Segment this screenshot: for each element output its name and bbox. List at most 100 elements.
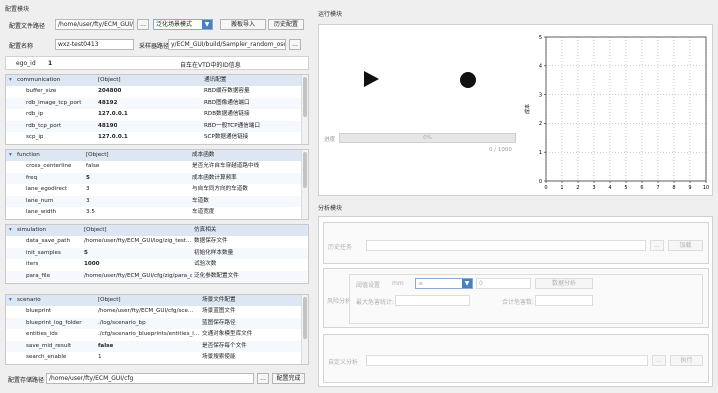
scrollbar[interactable] — [301, 295, 308, 364]
tree-key: data_save_path — [26, 238, 71, 245]
tree-row[interactable]: cross_centerline false 是否允许自车穿越道路中线 — [6, 161, 308, 172]
analysis-panel: 历史任务 ... 加载 风险分析 阈值设置 mm ≤ ▼ 0 数据分析 最大危害统… — [318, 216, 713, 387]
tree-row[interactable]: save_mid_result false 是否保存每个文件 — [6, 340, 308, 352]
tree-row[interactable]: search_enable 1 场景搜索使能 — [6, 352, 308, 363]
scrollbar-thumb[interactable] — [303, 297, 307, 339]
y-tick-label: 2 — [539, 121, 542, 127]
tree-row[interactable]: para_file/home/user/fty/ECM_GUI/cfg/zig/… — [6, 270, 308, 282]
config-file-path-input[interactable]: /home/user/fty/ECM_GUI/cfg — [55, 19, 134, 30]
tree-row[interactable]: entities_ids ./cfg/scenario_blueprints/en… — [6, 329, 308, 340]
stop-icon[interactable] — [460, 72, 476, 88]
config-file-browse-button[interactable]: ... — [137, 19, 149, 30]
tree-value[interactable]: /home/user/fty/ECM_GUI/log/zig_test... — [84, 236, 192, 247]
data-analysis-button[interactable]: 数据分析 — [535, 278, 593, 289]
tree-row[interactable]: scp_ip 127.0.0.1 SCP数据通信链接 — [6, 132, 308, 143]
tree-desc: RBD缓存数据容量 — [204, 88, 250, 95]
history-task-input[interactable] — [366, 240, 646, 251]
tree-key: blueprint — [26, 308, 52, 315]
tree-row[interactable]: iters 1000 试验次数 — [6, 259, 308, 270]
tree-value[interactable]: false — [86, 161, 99, 172]
custom-analysis-label: 自定义分析 — [328, 359, 359, 366]
x-tick-label: 1 — [560, 185, 563, 191]
ego-id-value[interactable]: 1 — [48, 60, 52, 67]
ego-id-row: ego_id 1 自车在VTD中的ID信息 — [5, 56, 309, 70]
custom-browse-button[interactable]: ... — [652, 355, 666, 366]
ego-id-desc: 自车在VTD中的ID信息 — [180, 62, 241, 69]
history-config-button[interactable]: 历史配置 — [268, 19, 304, 30]
config-done-button[interactable]: 配置完成 — [272, 373, 305, 384]
tree-value[interactable]: 127.0.0.1 — [98, 109, 128, 120]
tree-value[interactable]: 48192 — [98, 98, 117, 109]
tree-row[interactable]: blueprint/home/user/fty/ECM_GUI/cfg/sce.… — [6, 306, 308, 317]
tree-desc: 车道宽度 — [192, 208, 215, 215]
tree-row[interactable]: freq 5 成本函数计算频率 — [6, 172, 308, 185]
tree-value: [Object] — [98, 297, 121, 303]
tree-value[interactable]: ./log/scenario_bp — [98, 318, 200, 329]
chevron-down-icon: ▼ — [202, 20, 212, 29]
scenario-tree[interactable]: ▾ scenario [Object] 场景文件配置 blueprint/home/u… — [5, 294, 309, 365]
communication-tree[interactable]: ▾ communication [Object] 通讯配置 buffer_size 20… — [5, 74, 309, 145]
custom-analysis-input[interactable] — [366, 355, 648, 366]
tree-group-row[interactable]: ▾ scenario [Object] 场景文件配置 — [6, 295, 308, 307]
tree-value[interactable]: false — [98, 341, 113, 352]
operator-select-value: ≤ — [418, 280, 424, 287]
custom-run-button[interactable]: 执行 — [670, 355, 703, 366]
scrollbar-thumb[interactable] — [303, 77, 307, 117]
import-button[interactable]: 搬板导入 — [220, 19, 266, 30]
history-load-button[interactable]: 加载 — [668, 240, 703, 251]
config-name-input[interactable]: wxz-test0413 — [55, 39, 134, 50]
tree-group-row[interactable]: ▾ function [Object] 成本函数 — [6, 150, 308, 162]
tree-group-row[interactable]: ▾ simulation [Object] 仿真相关 — [6, 225, 308, 237]
tree-value[interactable]: 3 — [86, 196, 90, 207]
tree-value[interactable]: 1000 — [84, 259, 100, 270]
function-tree[interactable]: ▾ function [Object] 成本函数 cross_centerline fa… — [5, 149, 309, 220]
simulation-tree[interactable]: ▾ simulation [Object] 仿真相关 data_save_path/h… — [5, 224, 309, 284]
threshold-label: 阈值设置 — [356, 282, 381, 289]
tree-row[interactable]: lane_width 3.5 车道宽度 — [6, 207, 308, 218]
tree-value[interactable]: 1 — [98, 352, 102, 363]
tree-value[interactable]: /home/user/fty/ECM_GUI/cfg/zig/para_cf..… — [84, 271, 192, 282]
tree-row[interactable]: lane_egodirect 3 与自车同方向的车道数 — [6, 184, 308, 195]
save-path-browse-button[interactable]: ... — [257, 373, 269, 384]
tree-desc: 仿真相关 — [194, 227, 217, 233]
tree-value[interactable]: /home/user/fty/ECM_GUI/cfg/sce... — [98, 306, 200, 317]
mode-select[interactable]: 泛化场景模式 ▼ — [153, 19, 213, 30]
tree-value[interactable]: 204800 — [98, 86, 121, 97]
tree-row[interactable]: lane_num 3 车道数 — [6, 195, 308, 207]
tree-row[interactable]: buffer_size 204800 RBD缓存数据容量 — [6, 86, 308, 97]
scrollbar[interactable] — [301, 75, 308, 144]
tree-desc: RBD一般TCP通信端口 — [204, 122, 260, 129]
tree-row[interactable]: blueprint_log_folder ./log/scenario_bp 蓝图保… — [6, 317, 308, 330]
tree-row[interactable]: rdb_image_tcp_port 48192 RBD图像通信端口 — [6, 97, 308, 110]
sampler-path-input[interactable]: y/ECM_GUI/build/Sampler_random_osc.sh — [168, 39, 286, 50]
tree-value[interactable]: 3.5 — [86, 207, 95, 218]
y-tick-label: 1 — [539, 150, 542, 156]
tree-value[interactable]: 48190 — [98, 121, 117, 132]
tree-row[interactable]: rdb_tcp_port 48190 RBD一般TCP通信端口 — [6, 120, 308, 132]
tree-value: [Object] — [84, 227, 107, 233]
expand-icon: ▾ — [9, 77, 12, 83]
tree-value[interactable]: 5 — [84, 248, 88, 259]
tree-key: rdb_image_tcp_port — [26, 99, 82, 106]
tree-desc: 与自车同方向的车道数 — [192, 186, 248, 193]
scrollbar-thumb[interactable] — [303, 152, 307, 188]
tree-value[interactable]: 3 — [86, 184, 90, 195]
scrollbar[interactable] — [301, 150, 308, 219]
run-module-title: 运行模块 — [318, 11, 343, 18]
threshold-input[interactable]: 0 — [476, 278, 531, 289]
tree-row[interactable]: rdb_ip 127.0.0.1 RDB数据通信链接 — [6, 109, 308, 120]
history-browse-button[interactable]: ... — [650, 240, 664, 251]
tree-value[interactable]: 5 — [86, 173, 90, 184]
save-path-input[interactable]: /home/user/fty/ECM_GUI/cfg — [46, 373, 254, 384]
tree-group-row[interactable]: ▾ communication [Object] 通讯配置 — [6, 75, 308, 87]
tree-value[interactable]: ./cfg/scenario_blueprints/entities_l... — [98, 329, 200, 340]
tree-row[interactable]: init_samples 5 初始化样本数量 — [6, 247, 308, 260]
sampler-browse-button[interactable]: ... — [289, 39, 301, 50]
tree-desc: 试验次数 — [194, 261, 217, 268]
operator-select[interactable]: ≤ ▼ — [415, 278, 473, 289]
tree-desc: SCP数据通信链接 — [204, 133, 249, 140]
tree-row[interactable]: data_save_path/home/user/fty/ECM_GUI/log… — [6, 236, 308, 247]
tree-value[interactable]: 127.0.0.1 — [98, 132, 128, 143]
play-icon[interactable] — [364, 71, 379, 87]
tree-key: rdb_ip — [26, 111, 44, 118]
